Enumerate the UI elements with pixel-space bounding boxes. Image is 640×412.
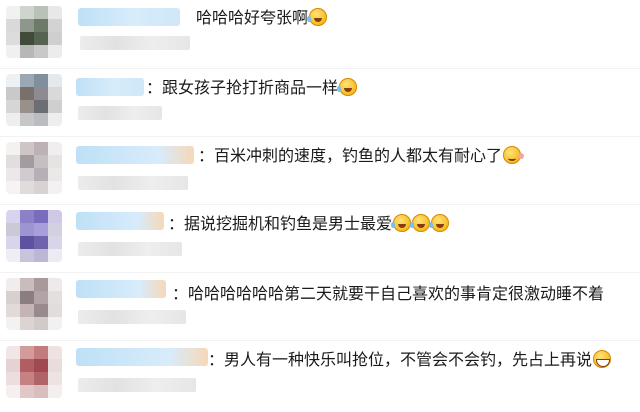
- comment-text: 哈哈哈好夸张啊: [196, 8, 328, 30]
- avatar[interactable]: [6, 278, 62, 330]
- comment-body: ：哈哈哈哈哈哈第二天就要干自己喜欢的事肯定很激动睡不着: [172, 286, 605, 303]
- comment-body: ：跟女孩子抢打折商品一样: [146, 80, 339, 97]
- username-blurred[interactable]: [78, 8, 180, 26]
- subtitle-blurred: [80, 36, 190, 50]
- grin-icon: [593, 350, 612, 368]
- comment-item: 哈哈哈好夸张啊: [0, 0, 640, 68]
- avatar[interactable]: [6, 346, 62, 398]
- cry-laugh-icon: [429, 214, 450, 232]
- username-blurred[interactable]: [76, 146, 194, 164]
- comment-text: ：男人有一种快乐叫抢位，不管会不会钓，先占上再说: [208, 350, 612, 372]
- comment-text: ：跟女孩子抢打折商品一样: [146, 78, 358, 100]
- cry-laugh-icon: [337, 78, 358, 96]
- subtitle-blurred: [78, 106, 162, 120]
- comment-item: ：跟女孩子抢打折商品一样: [0, 68, 640, 136]
- comment-item: ：男人有一种快乐叫抢位，不管会不会钓，先占上再说: [0, 340, 640, 408]
- comment-body: ：男人有一种快乐叫抢位，不管会不会钓，先占上再说: [208, 352, 593, 369]
- avatar[interactable]: [6, 6, 62, 58]
- username-blurred[interactable]: [76, 78, 144, 96]
- comment-item: ：据说挖掘机和钓鱼是男士最爱: [0, 204, 640, 272]
- comment-body: ：据说挖掘机和钓鱼是男士最爱: [168, 216, 393, 233]
- subtitle-blurred: [78, 310, 186, 324]
- comment-item: ：哈哈哈哈哈哈第二天就要干自己喜欢的事肯定很激动睡不着: [0, 272, 640, 340]
- comment-text: ：百米冲刺的速度，钓鱼的人都太有耐心了: [198, 146, 525, 168]
- username-blurred[interactable]: [76, 212, 164, 230]
- subtitle-blurred: [78, 176, 188, 190]
- username-blurred[interactable]: [76, 280, 166, 298]
- avatar[interactable]: [6, 210, 62, 262]
- comment-body: 哈哈哈好夸张啊: [196, 10, 309, 27]
- comment-body: ：百米冲刺的速度，钓鱼的人都太有耐心了: [198, 148, 503, 165]
- cry-laugh-icon: [307, 8, 328, 26]
- subtitle-blurred: [78, 242, 182, 256]
- comment-text: ：哈哈哈哈哈哈第二天就要干自己喜欢的事肯定很激动睡不着: [172, 284, 604, 306]
- smirk-icon: [503, 146, 525, 164]
- comment-item: ：百米冲刺的速度，钓鱼的人都太有耐心了: [0, 136, 640, 204]
- username-blurred[interactable]: [76, 348, 208, 366]
- avatar[interactable]: [6, 74, 62, 126]
- cry-laugh-icon: [391, 214, 412, 232]
- comment-text: ：据说挖掘机和钓鱼是男士最爱: [168, 214, 450, 236]
- subtitle-blurred: [78, 378, 196, 392]
- cry-laugh-icon: [410, 214, 431, 232]
- avatar[interactable]: [6, 142, 62, 194]
